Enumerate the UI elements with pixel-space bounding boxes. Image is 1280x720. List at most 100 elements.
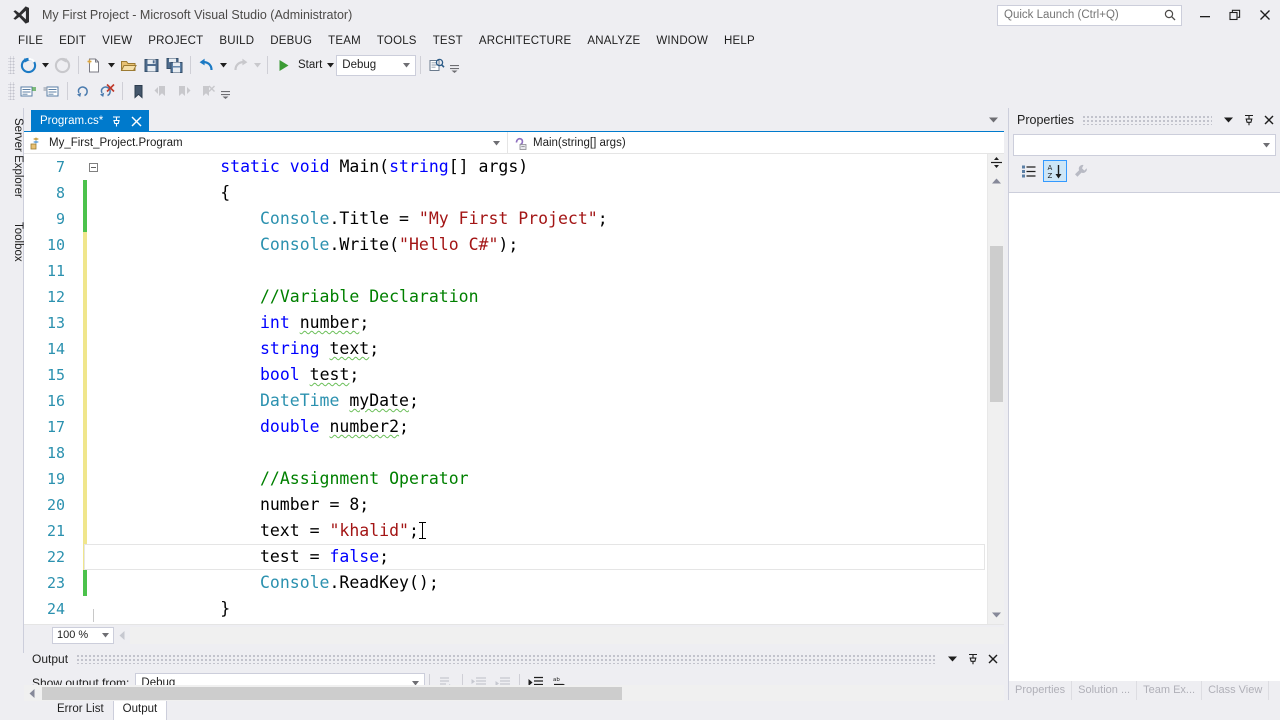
code-text[interactable]: //Assignment Operator — [101, 466, 469, 492]
quick-launch-input[interactable] — [1004, 9, 1163, 21]
chevron-down-icon[interactable] — [490, 140, 503, 146]
code-line[interactable]: 23 Console.ReadKey(); — [24, 570, 1004, 596]
menu-test[interactable]: TEST — [425, 33, 471, 49]
code-text[interactable]: Console.ReadKey(); — [101, 570, 439, 596]
properties-grid[interactable] — [1009, 192, 1280, 681]
menu-debug[interactable]: DEBUG — [262, 33, 320, 49]
redo-dropdown-icon[interactable] — [252, 62, 263, 68]
menu-architecture[interactable]: ARCHITECTURE — [471, 33, 580, 49]
menu-view[interactable]: VIEW — [94, 33, 140, 49]
code-text[interactable]: test = false; — [101, 544, 389, 570]
scroll-left-icon[interactable] — [24, 685, 40, 702]
code-line[interactable]: 10 Console.Write("Hello C#"); — [24, 232, 1004, 258]
scrollbar-thumb[interactable] — [990, 246, 1003, 402]
code-line[interactable]: 11 — [24, 258, 1004, 284]
code-line[interactable]: 8 { — [24, 180, 1004, 206]
new-item-dropdown-icon[interactable] — [106, 62, 117, 68]
save-icon[interactable] — [140, 54, 163, 76]
code-text[interactable]: string text; — [101, 336, 379, 362]
panel-dropdown-icon[interactable] — [944, 651, 961, 668]
code-text[interactable]: int number; — [101, 310, 369, 336]
toolbar-grip[interactable] — [8, 56, 15, 74]
uncomment-selection-icon[interactable] — [40, 80, 63, 102]
code-text[interactable]: static void Main(string[] args) — [101, 154, 528, 180]
properties-object-combo[interactable] — [1013, 134, 1276, 156]
scroll-left-icon[interactable] — [114, 627, 130, 644]
navigate-back-dropdown-icon[interactable] — [40, 62, 51, 68]
editor-vertical-scrollbar[interactable] — [987, 154, 1004, 624]
chevron-down-icon[interactable] — [403, 62, 411, 68]
code-text[interactable]: } — [101, 596, 230, 622]
minimize-button[interactable] — [1190, 0, 1220, 30]
alphabetical-sort-icon[interactable]: A Z — [1043, 160, 1067, 182]
start-play-icon[interactable] — [272, 54, 295, 76]
code-line[interactable]: 7 static void Main(string[] args) — [24, 154, 1004, 180]
toolbar-overflow-icon[interactable] — [219, 80, 231, 102]
code-line[interactable]: 15 bool test; — [24, 362, 1004, 388]
collapse-region-icon[interactable] — [88, 162, 98, 172]
clear-bookmarks-icon[interactable] — [196, 80, 219, 102]
code-line[interactable]: 19 //Assignment Operator — [24, 466, 1004, 492]
chevron-down-icon[interactable] — [1263, 142, 1270, 148]
menu-file[interactable]: FILE — [10, 33, 51, 49]
menu-analyze[interactable]: ANALYZE — [579, 33, 648, 49]
undo-dropdown-icon[interactable] — [218, 62, 229, 68]
code-line[interactable]: 16 DateTime myDate; — [24, 388, 1004, 414]
editor-split-handle[interactable] — [989, 154, 1004, 171]
scrollbar-thumb[interactable] — [42, 686, 622, 700]
sidebar-tab-server-explorer[interactable]: Server Explorer — [0, 112, 24, 204]
code-line[interactable]: 21 text = "khalid"; — [24, 518, 1004, 544]
previous-bookmark-icon[interactable] — [150, 80, 173, 102]
code-line[interactable]: 14 string text; — [24, 336, 1004, 362]
code-editor[interactable]: 7 static void Main(string[] args) 8 {9 Co… — [24, 154, 1004, 624]
scroll-up-icon[interactable] — [989, 173, 1004, 188]
start-dropdown-icon[interactable] — [325, 62, 336, 68]
menu-help[interactable]: HELP — [716, 33, 763, 49]
code-line[interactable]: 20 number = 8; — [24, 492, 1004, 518]
solution-configuration-combo[interactable]: Debug — [336, 54, 417, 76]
next-bookmark-icon[interactable] — [173, 80, 196, 102]
comment-selection-icon[interactable] — [17, 80, 40, 102]
navigate-back-icon[interactable] — [17, 54, 40, 76]
code-line[interactable]: 9 Console.Title = "My First Project"; — [24, 206, 1004, 232]
tab-error-list[interactable]: Error List — [48, 701, 114, 720]
code-text[interactable]: Console.Title = "My First Project"; — [101, 206, 608, 232]
menu-team[interactable]: TEAM — [320, 33, 369, 49]
close-icon[interactable] — [984, 651, 1001, 668]
code-line[interactable]: 17 double number2; — [24, 414, 1004, 440]
scroll-down-icon[interactable] — [989, 607, 1004, 622]
editor-horizontal-scrollbar-track[interactable] — [130, 626, 1004, 644]
find-in-files-icon[interactable] — [425, 54, 448, 76]
close-icon[interactable] — [1260, 112, 1277, 129]
code-text[interactable]: number = 8; — [101, 492, 369, 518]
panel-dropdown-icon[interactable] — [1220, 112, 1237, 129]
pin-icon[interactable] — [1240, 112, 1257, 129]
search-icon[interactable] — [1163, 8, 1177, 22]
close-icon[interactable] — [129, 114, 143, 128]
tab-output[interactable]: Output — [113, 701, 168, 720]
sidebar-tab-toolbox[interactable]: Toolbox — [0, 216, 24, 268]
code-text[interactable]: text = "khalid"; — [101, 518, 426, 544]
code-line[interactable]: 13 int number; — [24, 310, 1004, 336]
code-line[interactable]: 22 test = false; — [24, 544, 1004, 570]
output-horizontal-scrollbar[interactable] — [24, 685, 1004, 701]
start-button[interactable]: Start — [295, 59, 325, 71]
menu-build[interactable]: BUILD — [211, 33, 262, 49]
menu-edit[interactable]: EDIT — [51, 33, 94, 49]
properties-wrench-icon[interactable] — [1069, 160, 1093, 182]
outlining-margin[interactable] — [87, 162, 99, 172]
restore-button[interactable] — [1220, 0, 1250, 30]
toolbar-grip[interactable] — [8, 82, 15, 100]
tab-program-cs[interactable]: Program.cs* — [31, 110, 150, 132]
member-navigation-combo[interactable]: Main(string[] args) — [508, 132, 1004, 154]
navigate-forward-icon[interactable] — [51, 54, 74, 76]
tab-properties[interactable]: Properties — [1009, 681, 1073, 700]
code-text[interactable]: bool test; — [101, 362, 359, 388]
code-line[interactable]: 12 //Variable Declaration — [24, 284, 1004, 310]
tab-team-explorer[interactable]: Team Ex... — [1137, 681, 1203, 700]
zoom-level-combo[interactable]: 100 % — [52, 626, 114, 644]
quick-launch-box[interactable] — [997, 4, 1182, 26]
redo-icon[interactable] — [229, 54, 252, 76]
pin-icon[interactable] — [964, 651, 981, 668]
undo-last-navigation-icon[interactable] — [72, 80, 95, 102]
